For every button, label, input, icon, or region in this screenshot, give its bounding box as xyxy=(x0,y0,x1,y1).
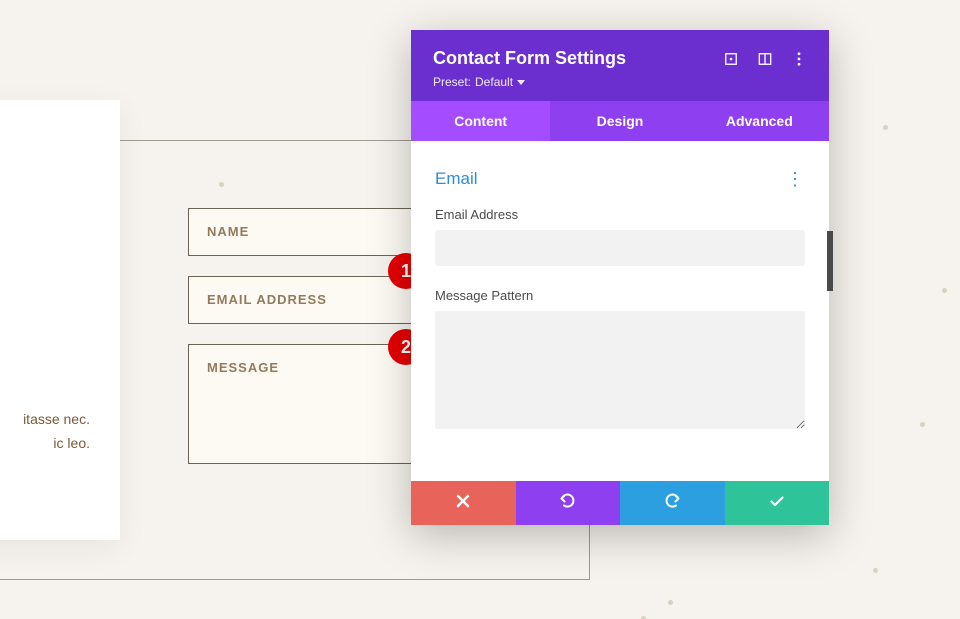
save-button[interactable] xyxy=(725,481,830,525)
message-pattern-label: Message Pattern xyxy=(435,288,805,303)
chevron-down-icon xyxy=(517,80,525,85)
modal-header: Contact Form Settings xyxy=(411,30,829,101)
message-field-label: MESSAGE xyxy=(207,360,279,375)
page-title: age xyxy=(0,240,90,288)
check-icon xyxy=(769,493,785,514)
email-address-label: Email Address xyxy=(435,207,805,222)
decorative-dot xyxy=(873,568,878,573)
more-icon[interactable] xyxy=(791,51,807,67)
preset-label: Preset: xyxy=(433,75,471,89)
tab-content[interactable]: Content xyxy=(411,101,550,141)
cancel-button[interactable] xyxy=(411,481,516,525)
name-field-label: NAME xyxy=(207,224,249,239)
redo-icon xyxy=(664,493,680,514)
modal-body: Email ⋮ Email Address Message Pattern xyxy=(411,141,829,481)
email-field-label: EMAIL ADDRESS xyxy=(207,292,327,307)
decorative-dot xyxy=(920,422,925,427)
preset-selector[interactable]: Preset: Default xyxy=(433,75,807,89)
email-address-input[interactable] xyxy=(435,230,805,266)
close-icon xyxy=(455,493,471,514)
section-more-icon[interactable]: ⋮ xyxy=(786,174,805,185)
message-pattern-input[interactable] xyxy=(435,311,805,429)
redo-button[interactable] xyxy=(620,481,725,525)
modal-title: Contact Form Settings xyxy=(433,48,626,69)
preset-value: Default xyxy=(475,75,513,89)
undo-button[interactable] xyxy=(516,481,621,525)
decorative-dot xyxy=(668,600,673,605)
tab-design[interactable]: Design xyxy=(550,101,689,141)
decorative-dot xyxy=(942,288,947,293)
settings-modal: Contact Form Settings xyxy=(411,30,829,525)
section-title-email[interactable]: Email xyxy=(435,169,478,189)
panel-icon[interactable] xyxy=(757,51,773,67)
content-card: age itasse nec. ic leo. xyxy=(0,100,120,540)
modal-tabs: Content Design Advanced xyxy=(411,101,829,141)
lorem-text: itasse nec. ic leo. xyxy=(0,408,90,456)
modal-footer xyxy=(411,481,829,525)
tab-advanced[interactable]: Advanced xyxy=(690,101,829,141)
decorative-dot xyxy=(883,125,888,130)
undo-icon xyxy=(560,493,576,514)
expand-icon[interactable] xyxy=(723,51,739,67)
